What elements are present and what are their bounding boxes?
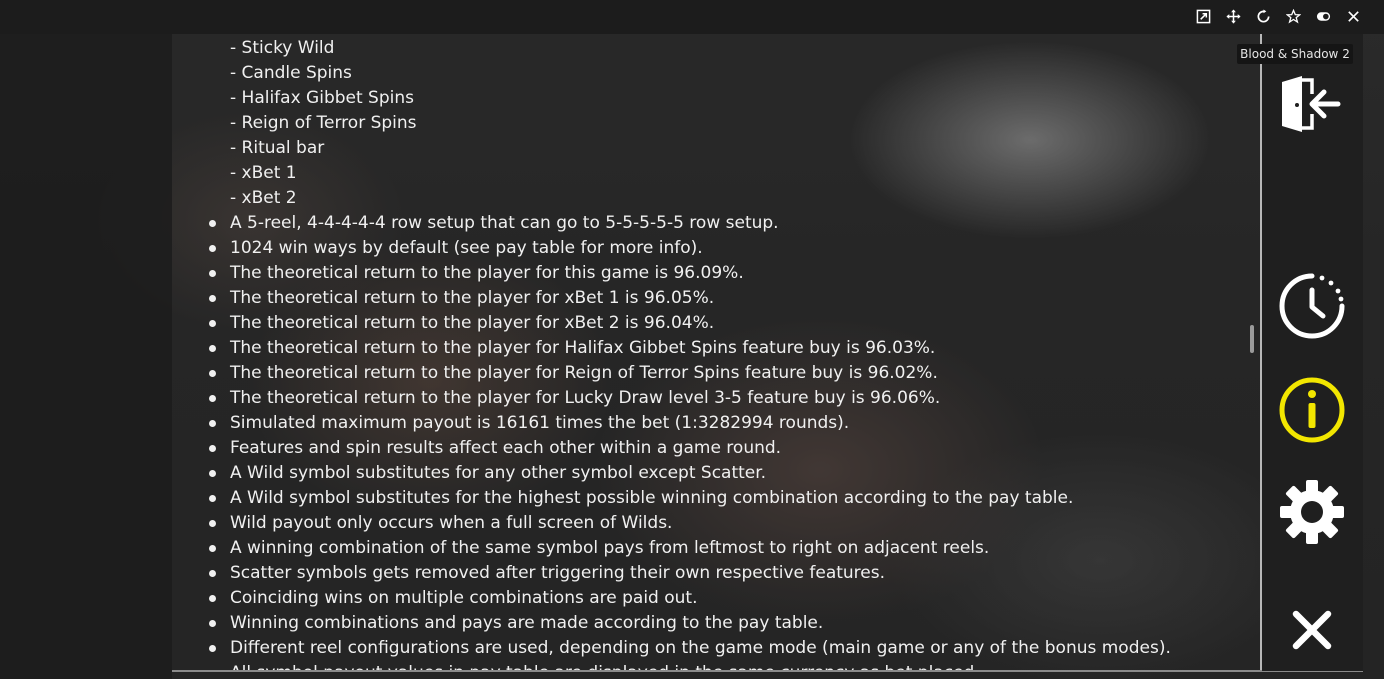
bullet-item: Different reel configurations are used, … (230, 638, 1171, 658)
top-bar (0, 0, 1384, 34)
settings-button[interactable] (1276, 476, 1348, 548)
bullet-dot (209, 445, 216, 452)
bullet-dot (209, 620, 216, 627)
bullet-item: Wild payout only occurs when a full scre… (230, 513, 673, 533)
move-icon[interactable] (1220, 6, 1246, 26)
bullet-item: Coinciding wins on multiple combinations… (230, 588, 698, 608)
refresh-icon[interactable] (1250, 6, 1276, 26)
bullet-dot (209, 645, 216, 652)
game-title-tooltip: Blood & Shadow 2 (1237, 44, 1353, 64)
bullet-dot (209, 220, 216, 227)
bullet-item: A 5-reel, 4-4-4-4-4 row setup that can g… (230, 213, 779, 233)
history-icon (1279, 273, 1345, 339)
sub-item: - Ritual bar (230, 138, 325, 158)
sub-item: - xBet 2 (230, 188, 297, 208)
exit-button[interactable] (1276, 72, 1348, 144)
settings-icon (1280, 480, 1344, 544)
bullet-item: The theoretical return to the player for… (230, 313, 715, 333)
sub-item: - Candle Spins (230, 63, 352, 83)
bullet-dot (209, 370, 216, 377)
star-icon[interactable] (1280, 6, 1306, 26)
info-button[interactable] (1276, 374, 1348, 446)
help-panel[interactable]: - Sticky Wild - Candle Spins - Halifax G… (172, 34, 1260, 671)
bullet-item: Winning combinations and pays are made a… (230, 613, 824, 633)
bullet-item: Scatter symbols gets removed after trigg… (230, 563, 886, 583)
bullet-item: A Wild symbol substitutes for any other … (230, 463, 767, 483)
sub-item: - Halifax Gibbet Spins (230, 88, 414, 108)
info-icon (1279, 377, 1345, 443)
scrollbar-thumb[interactable] (1250, 325, 1254, 353)
bullet-item: A Wild symbol substitutes for the highes… (230, 488, 1074, 508)
exit-icon (1282, 76, 1341, 132)
bullet-item: Features and spin results affect each ot… (230, 438, 782, 458)
bullet-dot (209, 320, 216, 327)
bullet-dot (209, 245, 216, 252)
background-left-shade (0, 0, 172, 679)
history-button[interactable] (1276, 270, 1348, 342)
bottom-divider (172, 670, 1363, 672)
bullet-item: The theoretical return to the player for… (230, 338, 936, 358)
bullet-dot (209, 470, 216, 477)
toggle-icon[interactable] (1310, 6, 1336, 26)
close-button[interactable] (1276, 594, 1348, 666)
bullet-dot (209, 570, 216, 577)
bullet-dot (209, 520, 216, 527)
sub-item: - Reign of Terror Spins (230, 113, 417, 133)
bullet-dot (209, 495, 216, 502)
bullet-item: The theoretical return to the player for… (230, 288, 715, 308)
sub-item: - Sticky Wild (230, 38, 335, 58)
close-icon (1292, 610, 1332, 650)
bullet-item: A winning combination of the same symbol… (230, 538, 990, 558)
browser-controls (1190, 6, 1366, 26)
close-icon[interactable] (1340, 6, 1366, 26)
bullet-dot (209, 295, 216, 302)
bullet-item: Simulated maximum payout is 16161 times … (230, 413, 850, 433)
external-link-icon[interactable] (1190, 6, 1216, 26)
bullet-dot (209, 270, 216, 277)
bullet-dot (209, 595, 216, 602)
bullet-dot (209, 420, 216, 427)
bullet-dot (209, 395, 216, 402)
bullet-item: The theoretical return to the player for… (230, 363, 938, 383)
bullet-item: The theoretical return to the player for… (230, 388, 941, 408)
bullet-item: 1024 win ways by default (see pay table … (230, 238, 703, 258)
bullet-item: The theoretical return to the player for… (230, 263, 744, 283)
bullet-dot (209, 345, 216, 352)
bullet-dot (209, 545, 216, 552)
sub-item: - xBet 1 (230, 163, 297, 183)
